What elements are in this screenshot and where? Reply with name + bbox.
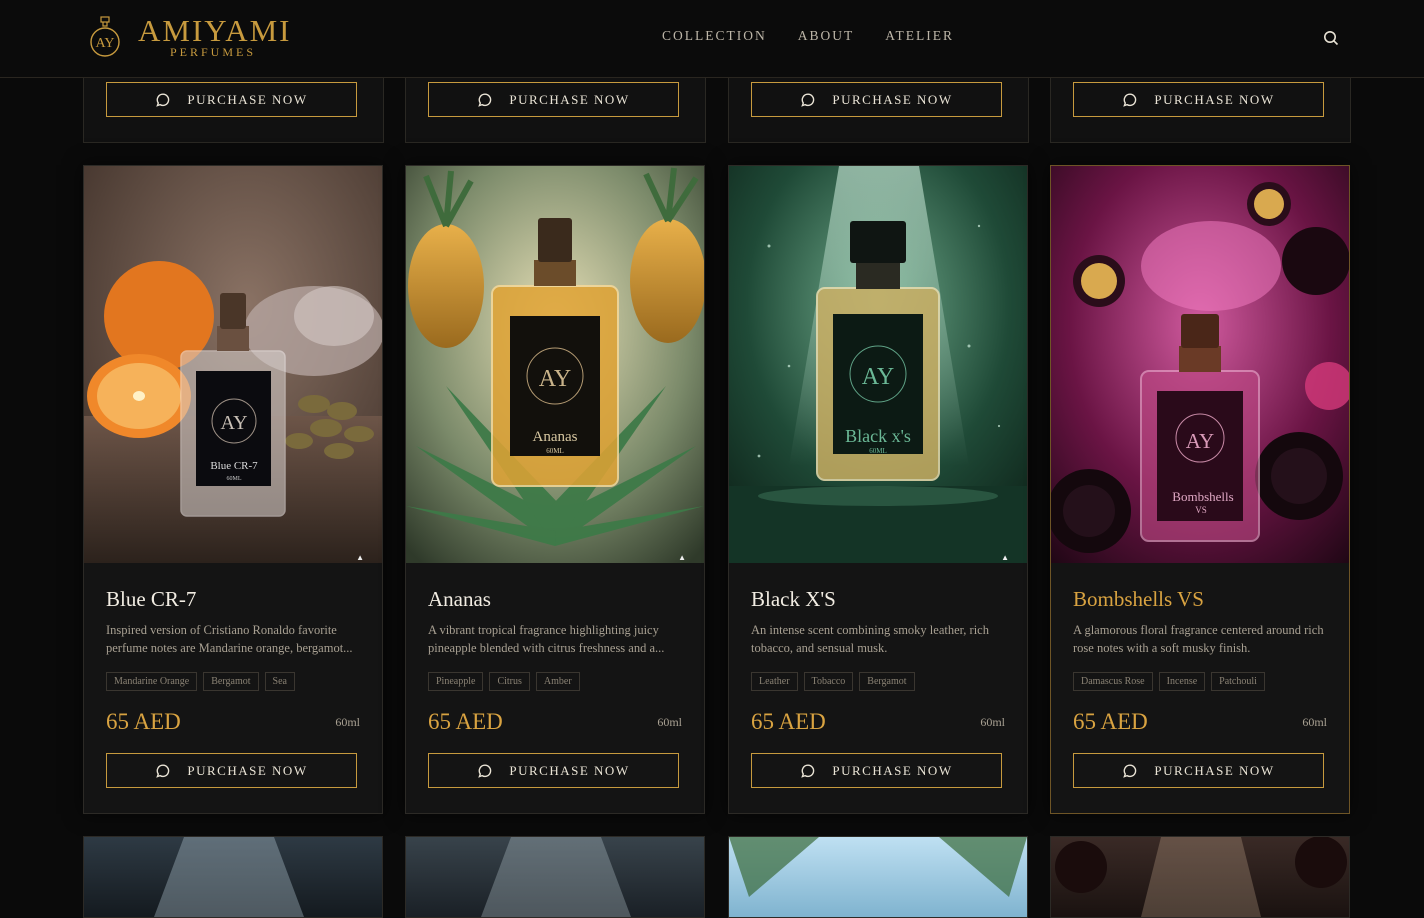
button-label: PURCHASE NOW: [509, 91, 630, 107]
chat-bubble-icon: [478, 763, 492, 778]
chat-bubble-icon: [1123, 763, 1137, 778]
purchase-now-button[interactable]: PURCHASE NOW: [428, 82, 679, 117]
chat-bubble-icon: [1123, 92, 1137, 107]
svg-text:Ananas: Ananas: [533, 429, 578, 445]
svg-text:AY: AY: [862, 364, 894, 390]
nav-atelier[interactable]: ATELIER: [885, 28, 954, 44]
product-card-partial[interactable]: [83, 836, 383, 918]
product-price: 65 AED: [106, 709, 181, 734]
purchase-now-button[interactable]: PURCHASE NOW: [428, 753, 679, 788]
button-label: PURCHASE NOW: [509, 762, 630, 778]
product-size: 60ml: [1302, 715, 1327, 729]
chat-bubble-icon: [801, 92, 815, 107]
product-card[interactable]: AY Black x's 60ML ▲ Black X'S An intense…: [728, 165, 1028, 814]
product-name[interactable]: Bombshells VS: [1073, 587, 1204, 612]
button-label: PURCHASE NOW: [1154, 762, 1275, 778]
product-description: An intense scent combining smoky leather…: [751, 623, 989, 655]
note-tags: Pineapple Citrus Amber: [428, 672, 580, 691]
svg-text:AY: AY: [1186, 429, 1214, 453]
brand-subtitle: PERFUMES: [170, 45, 257, 59]
product-name[interactable]: Blue CR-7: [106, 587, 196, 612]
purchase-now-button[interactable]: PURCHASE NOW: [106, 753, 357, 788]
svg-text:Black x's: Black x's: [845, 426, 911, 446]
note-tags: Leather Tobacco Bergamot: [751, 672, 915, 691]
product-image: AY Bombshells VS: [1051, 166, 1349, 563]
purchase-now-button[interactable]: PURCHASE NOW: [751, 82, 1002, 117]
button-label: PURCHASE NOW: [832, 762, 953, 778]
site-header: AY AMIYAMI PERFUMES COLLECTION ABOUT ATE…: [0, 0, 1424, 78]
search-icon[interactable]: [1321, 28, 1341, 48]
image-corner-mark: ▲: [356, 553, 364, 562]
product-card-partial[interactable]: [728, 836, 1028, 918]
product-price: 65 AED: [751, 709, 826, 734]
button-label: PURCHASE NOW: [187, 762, 308, 778]
note-tag: Leather: [751, 672, 798, 691]
svg-text:60ML: 60ML: [869, 447, 887, 455]
product-name[interactable]: Ananas: [428, 587, 491, 612]
brand-name: AMIYAMI: [138, 13, 292, 48]
purchase-now-button[interactable]: PURCHASE NOW: [1073, 753, 1324, 788]
product-card-partial[interactable]: [1050, 836, 1350, 918]
note-tag: Tobacco: [803, 672, 854, 691]
image-corner-mark: ▲: [1001, 553, 1009, 562]
svg-text:AY: AY: [539, 366, 571, 392]
purchase-now-button[interactable]: PURCHASE NOW: [751, 753, 1002, 788]
svg-text:VS: VS: [1195, 505, 1207, 515]
product-description: A vibrant tropical fragrance highlightin…: [428, 623, 665, 655]
chat-bubble-icon: [156, 763, 170, 778]
image-corner-mark: ▲: [678, 553, 686, 562]
product-image: AY Black x's 60ML ▲: [729, 166, 1027, 563]
product-card[interactable]: AY Bombshells VS Bombshells VS A glamoro…: [1050, 165, 1350, 814]
product-description: Inspired version of Cristiano Ronaldo fa…: [106, 623, 353, 655]
product-description: A glamorous floral fragrance centered ar…: [1073, 623, 1324, 655]
product-card[interactable]: AY Ananas 60ML ▲ Ananas A vibrant tropic…: [405, 165, 705, 814]
note-tags: Mandarine Orange Bergamot Sea: [106, 672, 295, 691]
note-tag: Incense: [1158, 672, 1206, 691]
product-card-partial[interactable]: [405, 836, 705, 918]
note-tag: Citrus: [489, 672, 530, 691]
svg-text:60ML: 60ML: [227, 476, 242, 482]
product-card[interactable]: AY Blue CR-7 60ML ▲ Blue CR-7 Inspired v…: [83, 165, 383, 814]
product-size: 60ml: [657, 715, 682, 729]
svg-text:60ML: 60ML: [546, 447, 564, 455]
chat-bubble-icon: [156, 92, 170, 107]
note-tag: Bergamot: [859, 672, 915, 691]
note-tag: Mandarine Orange: [106, 672, 198, 691]
note-tag: Pineapple: [428, 672, 484, 691]
svg-text:AY: AY: [220, 412, 247, 434]
svg-text:Blue CR-7: Blue CR-7: [210, 460, 258, 472]
nav-collection[interactable]: COLLECTION: [662, 28, 767, 44]
product-price: 65 AED: [428, 709, 503, 734]
main-nav: COLLECTION ABOUT ATELIER: [662, 28, 954, 44]
note-tag: Patchouli: [1211, 672, 1265, 691]
product-image: [1055, 837, 1347, 917]
chat-bubble-icon: [478, 92, 492, 107]
product-image: [154, 837, 304, 917]
purchase-now-button[interactable]: PURCHASE NOW: [1073, 82, 1324, 117]
product-price: 65 AED: [1073, 709, 1148, 734]
purchase-now-button[interactable]: PURCHASE NOW: [106, 82, 357, 117]
nav-about[interactable]: ABOUT: [798, 28, 855, 44]
note-tag: Amber: [535, 672, 580, 691]
product-image: AY Blue CR-7 60ML ▲: [84, 166, 382, 563]
product-image: AY Ananas 60ML ▲: [406, 166, 704, 563]
note-tags: Damascus Rose Incense Patchouli: [1073, 672, 1265, 691]
button-label: PURCHASE NOW: [1154, 91, 1275, 107]
chat-bubble-icon: [801, 763, 815, 778]
svg-text:Bombshells: Bombshells: [1172, 489, 1233, 504]
product-name[interactable]: Black X'S: [751, 587, 836, 612]
button-label: PURCHASE NOW: [187, 91, 308, 107]
perfume-bottle-logo-icon: AY: [90, 16, 120, 57]
product-image: [481, 837, 631, 917]
product-size: 60ml: [980, 715, 1005, 729]
svg-text:AY: AY: [96, 36, 115, 51]
product-size: 60ml: [335, 715, 360, 729]
button-label: PURCHASE NOW: [832, 91, 953, 107]
note-tag: Damascus Rose: [1073, 672, 1153, 691]
product-image: [729, 837, 1027, 897]
note-tag: Sea: [264, 672, 295, 691]
note-tag: Bergamot: [203, 672, 259, 691]
